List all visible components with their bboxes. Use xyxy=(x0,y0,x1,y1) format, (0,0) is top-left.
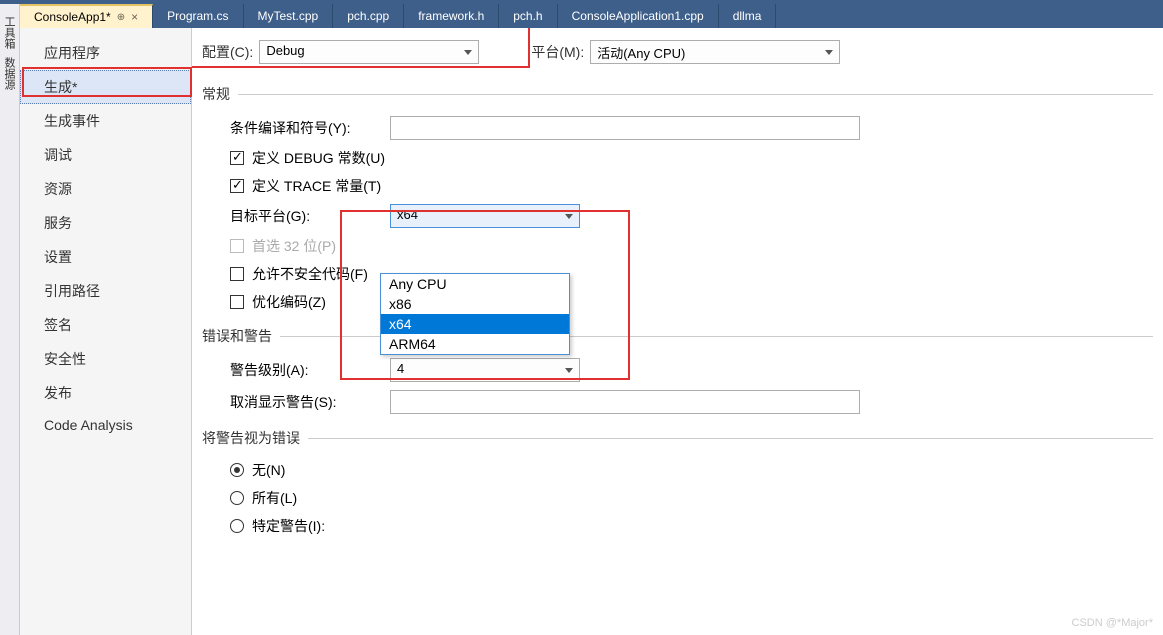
sidebar-item-settings[interactable]: 设置 xyxy=(20,240,191,274)
section-errors: 错误和警告 xyxy=(202,326,1153,346)
sidebar-item-security[interactable]: 安全性 xyxy=(20,342,191,376)
dropdown-option-x86[interactable]: x86 xyxy=(381,294,569,314)
tab-label: dllma xyxy=(733,9,762,23)
target-platform-label: 目标平台(G): xyxy=(230,206,390,226)
tool-rail-toolbox[interactable]: 工具箱 xyxy=(0,12,19,53)
tool-rail: 工具箱 数据源 xyxy=(0,4,20,635)
sidebar-item-debug[interactable]: 调试 xyxy=(20,138,191,172)
treat-all-label: 所有(L) xyxy=(252,488,297,508)
sidebar-item-resources[interactable]: 资源 xyxy=(20,172,191,206)
tab-label: Program.cs xyxy=(167,9,228,23)
suppress-warn-input[interactable] xyxy=(390,390,860,414)
sidebar-item-code-analysis[interactable]: Code Analysis xyxy=(20,410,191,440)
sidebar-item-signing[interactable]: 签名 xyxy=(20,308,191,342)
sidebar-item-reference-paths[interactable]: 引用路径 xyxy=(20,274,191,308)
watermark: CSDN @*Major* xyxy=(1072,617,1153,629)
sidebar-item-build[interactable]: 生成* xyxy=(20,70,191,104)
treat-none-label: 无(N) xyxy=(252,460,285,480)
dropdown-option-x64[interactable]: x64 xyxy=(381,314,569,334)
allow-unsafe-checkbox[interactable] xyxy=(230,267,244,281)
warn-level-label: 警告级别(A): xyxy=(230,360,390,380)
section-treat-as-error: 将警告视为错误 xyxy=(202,428,1153,448)
dropdown-option-anycpu[interactable]: Any CPU xyxy=(381,274,569,294)
tab-label: pch.cpp xyxy=(347,9,389,23)
define-debug-checkbox[interactable] xyxy=(230,151,244,165)
cond-symbols-input[interactable] xyxy=(390,116,860,140)
define-debug-label: 定义 DEBUG 常数(U) xyxy=(252,148,385,168)
platform-label: 平台(M): xyxy=(531,42,584,62)
treat-specific-label: 特定警告(I): xyxy=(252,516,325,536)
treat-none-radio[interactable] xyxy=(230,463,244,477)
tab-consoleapp1[interactable]: ConsoleApp1* ⊕ × xyxy=(20,4,153,28)
tab-pch-h[interactable]: pch.h xyxy=(499,4,557,28)
tab-label: framework.h xyxy=(418,9,484,23)
property-sidebar: 应用程序 生成* 生成事件 调试 资源 服务 设置 引用路径 签名 安全性 发布… xyxy=(20,28,192,635)
target-platform-dropdown[interactable]: Any CPU x86 x64 ARM64 xyxy=(380,273,570,355)
treat-all-radio[interactable] xyxy=(230,491,244,505)
suppress-warn-label: 取消显示警告(S): xyxy=(230,392,390,412)
dropdown-option-arm64[interactable]: ARM64 xyxy=(381,334,569,354)
config-combo[interactable]: Debug xyxy=(259,40,479,64)
tab-mytest[interactable]: MyTest.cpp xyxy=(244,4,334,28)
tab-label: MyTest.cpp xyxy=(258,9,319,23)
tab-dllma[interactable]: dllma xyxy=(719,4,777,28)
tab-label: ConsoleApplication1.cpp xyxy=(572,9,704,23)
form-area: 配置(C): Debug 平台(M): 活动(Any CPU) 常规 条件编译和… xyxy=(192,28,1163,635)
section-general: 常规 xyxy=(202,84,1153,104)
prefer-32bit-checkbox xyxy=(230,239,244,253)
sidebar-item-build-events[interactable]: 生成事件 xyxy=(20,104,191,138)
tab-label: ConsoleApp1* xyxy=(34,10,111,24)
prefer-32bit-label: 首选 32 位(P) xyxy=(252,236,336,256)
tab-consoleapplication1[interactable]: ConsoleApplication1.cpp xyxy=(558,4,719,28)
treat-specific-radio[interactable] xyxy=(230,519,244,533)
define-trace-checkbox[interactable] xyxy=(230,179,244,193)
config-label: 配置(C): xyxy=(202,42,253,62)
sidebar-item-application[interactable]: 应用程序 xyxy=(20,36,191,70)
warn-level-combo[interactable]: 4 xyxy=(390,358,580,382)
optimize-checkbox[interactable] xyxy=(230,295,244,309)
sidebar-item-services[interactable]: 服务 xyxy=(20,206,191,240)
define-trace-label: 定义 TRACE 常量(T) xyxy=(252,176,381,196)
tab-strip: ConsoleApp1* ⊕ × Program.cs MyTest.cpp p… xyxy=(20,4,1163,28)
tab-pch-cpp[interactable]: pch.cpp xyxy=(333,4,404,28)
tab-framework[interactable]: framework.h xyxy=(404,4,499,28)
allow-unsafe-label: 允许不安全代码(F) xyxy=(252,264,368,284)
tab-program[interactable]: Program.cs xyxy=(153,4,243,28)
close-icon[interactable]: × xyxy=(131,10,138,24)
tool-rail-datasource[interactable]: 数据源 xyxy=(0,53,19,94)
sidebar-item-publish[interactable]: 发布 xyxy=(20,376,191,410)
tab-label: pch.h xyxy=(513,9,542,23)
target-platform-combo[interactable]: x64 xyxy=(390,204,580,228)
platform-combo[interactable]: 活动(Any CPU) xyxy=(590,40,840,64)
pin-icon[interactable]: ⊕ xyxy=(117,12,125,23)
cond-symbols-label: 条件编译和符号(Y): xyxy=(230,118,390,138)
optimize-label: 优化编码(Z) xyxy=(252,292,326,312)
